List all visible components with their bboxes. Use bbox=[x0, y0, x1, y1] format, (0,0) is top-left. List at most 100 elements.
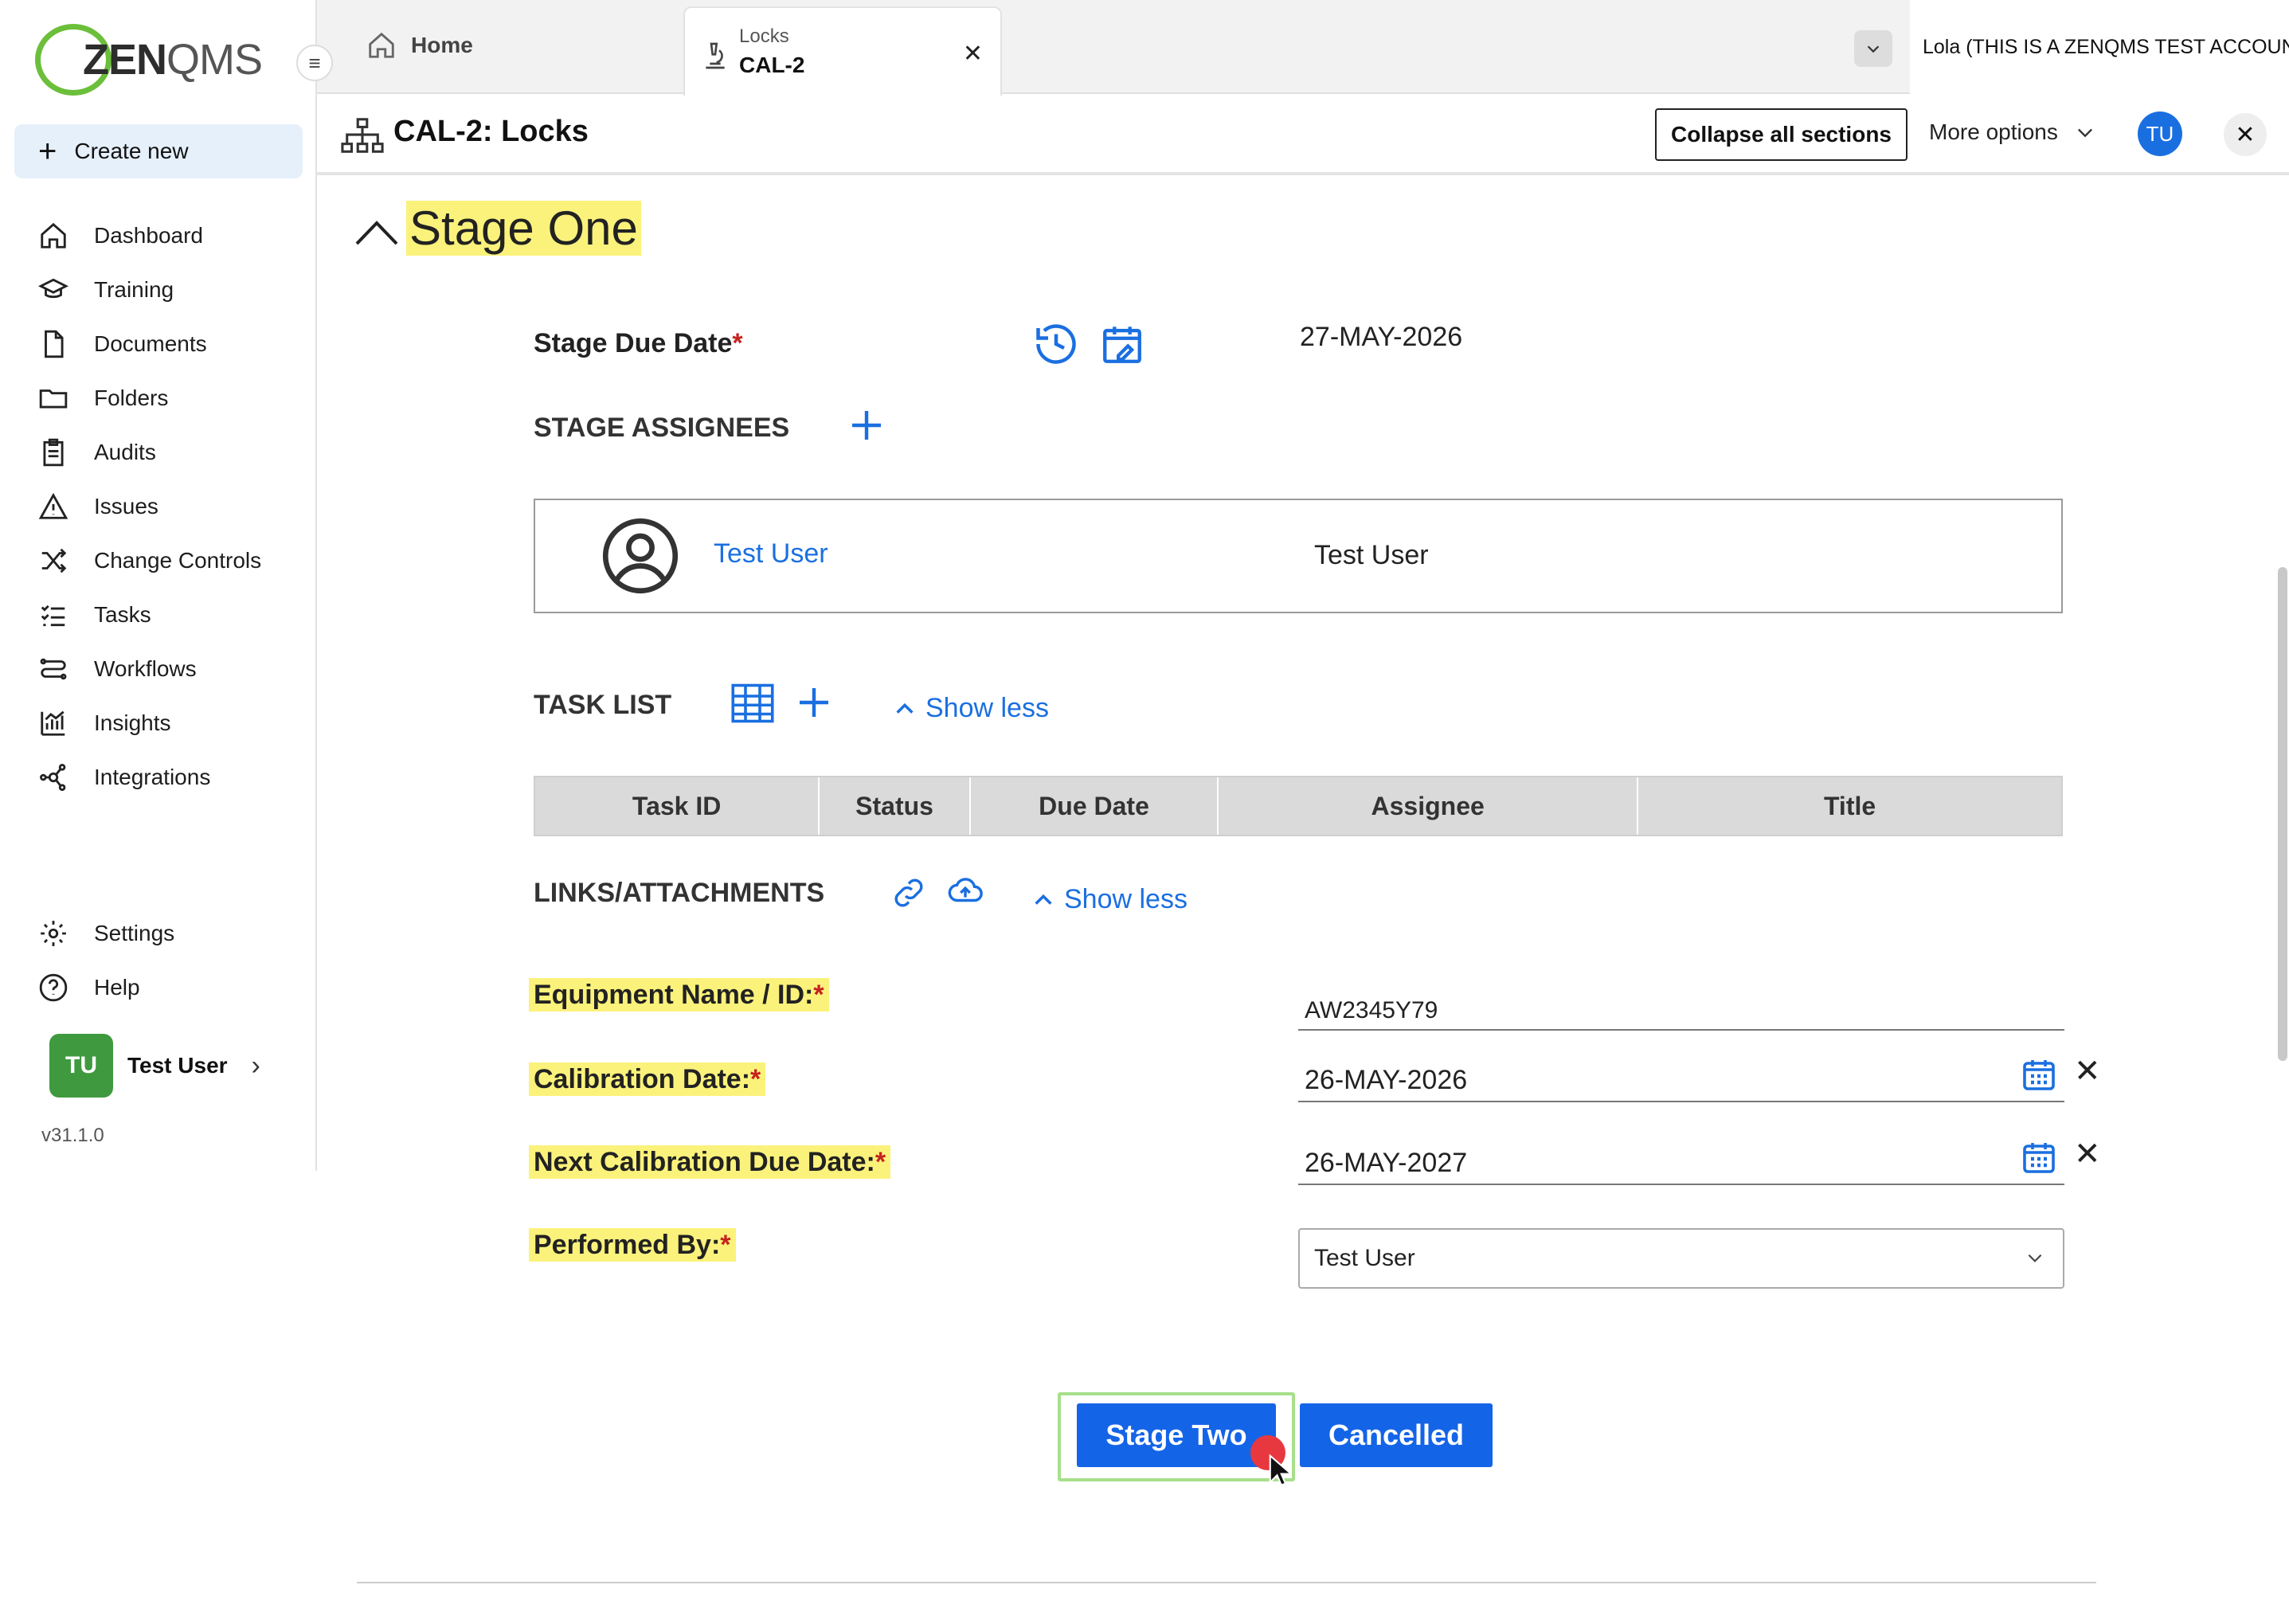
help-icon bbox=[39, 973, 68, 1002]
sidebar-item-settings[interactable]: Settings bbox=[0, 906, 317, 961]
tab-home-label: Home bbox=[411, 33, 473, 57]
chart-icon bbox=[41, 710, 65, 736]
microscope-icon bbox=[706, 42, 725, 69]
column-status[interactable]: Status bbox=[820, 777, 971, 835]
tab-cal-2[interactable]: Locks CAL-2 ✕ bbox=[683, 6, 1002, 96]
sidebar-item-label: Documents bbox=[94, 331, 207, 356]
sidebar-item-label: Integrations bbox=[94, 765, 211, 789]
checklist-icon bbox=[41, 605, 65, 627]
sidebar-item-insights[interactable]: Insights bbox=[0, 696, 317, 750]
user-menu[interactable]: TU Test User › bbox=[49, 1034, 260, 1098]
zenqms-logo[interactable]: ZENQMS bbox=[35, 24, 263, 96]
column-assignee[interactable]: Assignee bbox=[1219, 777, 1639, 835]
cloud-upload-icon[interactable] bbox=[946, 873, 984, 910]
cancelled-button[interactable]: Cancelled bbox=[1300, 1403, 1493, 1467]
performed-by-label-text: Performed By:* bbox=[529, 1228, 736, 1262]
tab-bar: Home Locks CAL-2 ✕ Lola (THIS IS A ZENQM… bbox=[317, 0, 2289, 96]
table-view-icon[interactable] bbox=[731, 683, 774, 723]
sidebar-item-label: Settings bbox=[94, 921, 175, 945]
equipment-label-bind: Equipment Name / ID: bbox=[534, 980, 814, 1010]
stage-title: Stage One bbox=[406, 201, 641, 256]
links-show-less[interactable]: Show less bbox=[1031, 884, 1188, 915]
chevron-down-icon bbox=[2028, 1254, 2042, 1262]
sidebar-nav: Dashboard Training Documents Folders Aud… bbox=[0, 209, 317, 804]
tab-home[interactable]: Home bbox=[366, 30, 473, 61]
sidebar-item-label: Training bbox=[94, 277, 174, 302]
app-version: v31.1.0 bbox=[41, 1125, 104, 1146]
menu-toggle-button[interactable]: ≡ bbox=[296, 45, 333, 81]
sidebar-item-folders[interactable]: Folders bbox=[0, 371, 317, 425]
sidebar-item-documents[interactable]: Documents bbox=[0, 317, 317, 371]
sidebar-item-label: Tasks bbox=[94, 602, 151, 627]
add-task-icon[interactable] bbox=[795, 683, 833, 722]
chevron-up-icon[interactable] bbox=[354, 217, 400, 248]
equipment-name-label: Equipment Name / ID:* bbox=[529, 978, 829, 1012]
document-icon bbox=[45, 330, 64, 358]
shuffle-icon bbox=[41, 548, 67, 573]
close-tab-icon[interactable]: ✕ bbox=[963, 40, 983, 68]
sidebar-item-issues[interactable]: Issues bbox=[0, 479, 317, 534]
sidebar-item-training[interactable]: Training bbox=[0, 263, 317, 317]
stage-due-date-label-text: Stage Due Date bbox=[534, 328, 733, 358]
column-title[interactable]: Title bbox=[1638, 777, 2061, 835]
sidebar-item-label: Dashboard bbox=[94, 223, 203, 248]
collapse-all-sections-button[interactable]: Collapse all sections bbox=[1655, 108, 1908, 161]
header-avatar[interactable]: TU bbox=[2138, 112, 2182, 156]
show-less-label: Show less bbox=[925, 693, 1049, 723]
sidebar-item-label: Folders bbox=[94, 385, 169, 410]
gear-icon bbox=[41, 921, 66, 946]
link-icon[interactable] bbox=[890, 875, 927, 911]
sidebar-item-integrations[interactable]: Integrations bbox=[0, 750, 317, 804]
calendar-icon[interactable] bbox=[2020, 1137, 2058, 1177]
graduation-cap-icon bbox=[38, 278, 68, 299]
stage-assignees-label: STAGE ASSIGNEES bbox=[534, 413, 790, 443]
scrollbar-thumb[interactable] bbox=[2278, 567, 2287, 1061]
create-new-button[interactable]: + Create new bbox=[14, 124, 303, 178]
sidebar-item-workflows[interactable]: Workflows bbox=[0, 642, 317, 696]
user-name: Test User bbox=[127, 1053, 228, 1078]
task-list-show-less[interactable]: Show less bbox=[892, 693, 1049, 724]
next-calibration-date-input[interactable]: 26-MAY-2027 bbox=[1298, 1139, 2064, 1185]
sidebar-item-change-controls[interactable]: Change Controls bbox=[0, 534, 317, 588]
tab-overflow-button[interactable] bbox=[1854, 30, 1892, 67]
assignee-link[interactable]: Test User bbox=[714, 538, 828, 569]
calendar-edit-icon[interactable] bbox=[1099, 320, 1145, 368]
sidebar-item-tasks[interactable]: Tasks bbox=[0, 588, 317, 642]
calibration-date-label-text: Calibration Date:* bbox=[529, 1062, 766, 1096]
plus-icon: + bbox=[38, 133, 57, 169]
performed-by-select[interactable]: Test User bbox=[1298, 1228, 2064, 1289]
home-icon bbox=[41, 222, 66, 248]
clipboard-icon bbox=[43, 438, 64, 467]
performed-by-value: Test User bbox=[1314, 1245, 1415, 1271]
required-mark: * bbox=[720, 1230, 731, 1260]
add-assignee-icon[interactable] bbox=[847, 406, 886, 444]
column-task-id[interactable]: Task ID bbox=[535, 777, 820, 835]
chevron-up-icon bbox=[896, 702, 914, 714]
sidebar-item-audits[interactable]: Audits bbox=[0, 425, 317, 479]
chevron-up-icon bbox=[1035, 894, 1052, 905]
column-due-date[interactable]: Due Date bbox=[971, 777, 1219, 835]
required-mark: * bbox=[875, 1147, 886, 1177]
links-attachments-label: LINKS/ATTACHMENTS bbox=[534, 878, 825, 908]
stage-two-button[interactable]: Stage Two bbox=[1077, 1403, 1276, 1467]
calibration-date-label: Calibration Date:* bbox=[529, 1062, 766, 1096]
calendar-icon[interactable] bbox=[2020, 1055, 2058, 1094]
chevron-down-icon bbox=[1867, 45, 1880, 53]
account-name[interactable]: Lola (THIS IS A ZENQMS TEST ACCOUNT) bbox=[1910, 0, 2289, 94]
assignee-name: Test User bbox=[1314, 540, 1429, 570]
record-header: CAL-2: Locks Collapse all sections More … bbox=[317, 96, 2289, 175]
history-icon[interactable] bbox=[1032, 320, 1080, 368]
folder-icon bbox=[39, 389, 68, 409]
calibration-date-input[interactable]: 26-MAY-2026 bbox=[1298, 1056, 2064, 1102]
stage-content: Stage One Stage Due Date* 27-MAY-2026 ST… bbox=[317, 177, 2289, 1624]
sidebar-bottom-nav: Settings Help bbox=[0, 906, 317, 1015]
mouse-cursor-icon bbox=[1269, 1454, 1292, 1486]
more-options-button[interactable]: More options bbox=[1929, 119, 2096, 145]
sidebar-item-help[interactable]: Help bbox=[0, 961, 317, 1015]
clear-next-calibration-date-icon[interactable]: ✕ bbox=[2074, 1136, 2101, 1172]
tab-subtitle: Locks bbox=[739, 25, 789, 47]
clear-calibration-date-icon[interactable]: ✕ bbox=[2074, 1053, 2101, 1090]
sidebar-item-dashboard[interactable]: Dashboard bbox=[0, 209, 317, 263]
equipment-name-input[interactable]: AW2345Y79 bbox=[1298, 984, 2064, 1031]
close-record-button[interactable]: ✕ bbox=[2224, 113, 2267, 156]
